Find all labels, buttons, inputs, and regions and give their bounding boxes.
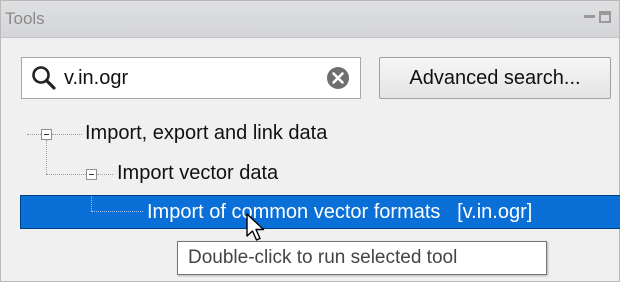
- float-icon[interactable]: [599, 11, 611, 23]
- minimize-icon[interactable]: [584, 15, 595, 18]
- clear-icon[interactable]: [326, 66, 350, 90]
- tree-connector: [91, 196, 92, 211]
- panel-title: Tools: [5, 9, 45, 28]
- tree-item-import-export-link[interactable]: Import, export and link data: [85, 122, 327, 145]
- search-field[interactable]: [21, 57, 361, 99]
- collapse-toggle-icon[interactable]: [41, 129, 52, 140]
- tools-panel: Tools Advanced search... Import, export …: [0, 0, 620, 282]
- tree-item-common-vector-formats: Import of common vector formats [v.in.og…: [147, 201, 533, 223]
- tree-connector: [27, 134, 41, 135]
- tree-connector: [46, 174, 86, 175]
- mouse-cursor-icon: [246, 213, 265, 241]
- search-icon: [32, 66, 56, 90]
- panel-titlebar[interactable]: Tools: [1, 1, 619, 38]
- advanced-search-button[interactable]: Advanced search...: [379, 57, 611, 99]
- tooltip: Double-click to run selected tool: [177, 241, 547, 275]
- search-input[interactable]: [64, 62, 304, 94]
- tree-connector: [46, 140, 47, 174]
- tree-item-import-vector[interactable]: Import vector data: [117, 162, 278, 185]
- tree-connector: [52, 134, 82, 135]
- tree-connector: [91, 211, 143, 212]
- tree-item-selected-row[interactable]: Import of common vector formats [v.in.og…: [20, 195, 620, 229]
- tree-connector: [97, 174, 113, 175]
- collapse-toggle-icon[interactable]: [86, 169, 97, 180]
